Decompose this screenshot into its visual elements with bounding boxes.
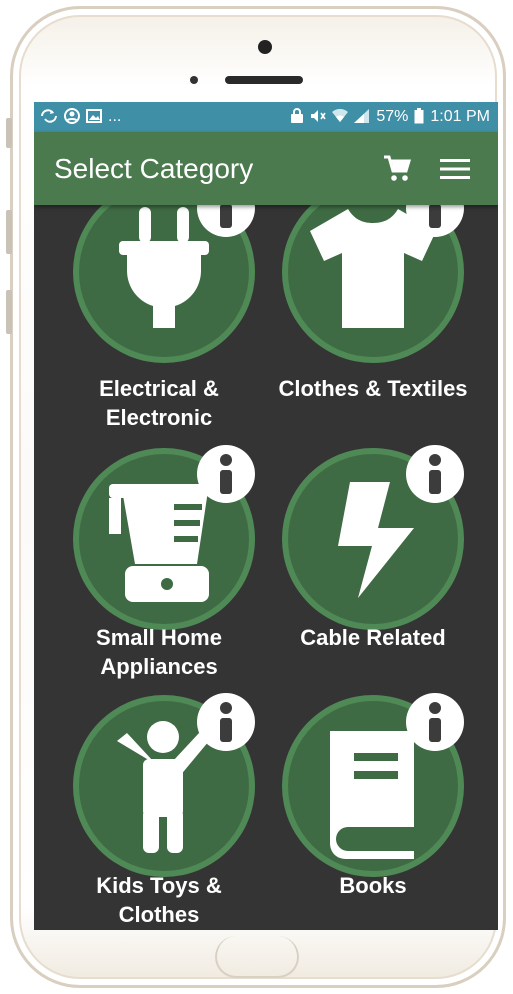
category-kids-info-button[interactable] xyxy=(197,693,255,751)
status-time: 1:01 PM xyxy=(430,108,490,125)
battery-icon xyxy=(414,107,424,127)
home-button[interactable] xyxy=(215,936,299,978)
phone-volume-up xyxy=(6,210,12,254)
battery-percent: 57% xyxy=(376,108,409,125)
info-icon xyxy=(429,702,441,742)
category-label: Books xyxy=(339,873,407,898)
info-icon xyxy=(429,454,441,494)
page-title: Select Category xyxy=(54,152,254,184)
wifi-icon xyxy=(332,108,349,126)
proximity-sensor xyxy=(190,76,198,84)
account-circle-icon xyxy=(64,107,80,127)
signal-icon xyxy=(354,108,370,126)
category-label: Electrical & Electronic xyxy=(99,376,219,430)
status-more: ... xyxy=(108,108,122,125)
earpiece-speaker xyxy=(225,76,303,84)
info-icon xyxy=(220,454,232,494)
lock-icon xyxy=(290,107,304,127)
info-icon xyxy=(220,702,232,742)
image-icon xyxy=(86,108,102,126)
sync-icon xyxy=(40,108,58,126)
category-grid: Electrical & Electronic Clothes & Textil… xyxy=(34,179,498,930)
category-cable-info-button[interactable] xyxy=(406,445,464,503)
category-label: Kids Toys & Clothes xyxy=(96,873,222,927)
mute-icon xyxy=(310,109,327,126)
phone-side-button xyxy=(6,118,12,148)
menu-button[interactable] xyxy=(438,152,472,186)
category-label: Clothes & Textiles xyxy=(278,376,468,401)
category-label: Small Home Appliances xyxy=(96,625,222,679)
app-bar: Select Category xyxy=(34,132,498,205)
phone-volume-down xyxy=(6,290,12,334)
cart-icon xyxy=(384,155,412,181)
phone-screen: ... 57% 1:01 PM Select Category Electric… xyxy=(34,102,498,930)
category-books-info-button[interactable] xyxy=(406,693,464,751)
status-bar: ... 57% 1:01 PM xyxy=(34,102,498,132)
menu-icon xyxy=(440,158,470,179)
category-appliances-info-button[interactable] xyxy=(197,445,255,503)
front-camera xyxy=(258,40,272,54)
cart-button[interactable] xyxy=(380,152,414,186)
category-label: Cable Related xyxy=(300,625,446,650)
